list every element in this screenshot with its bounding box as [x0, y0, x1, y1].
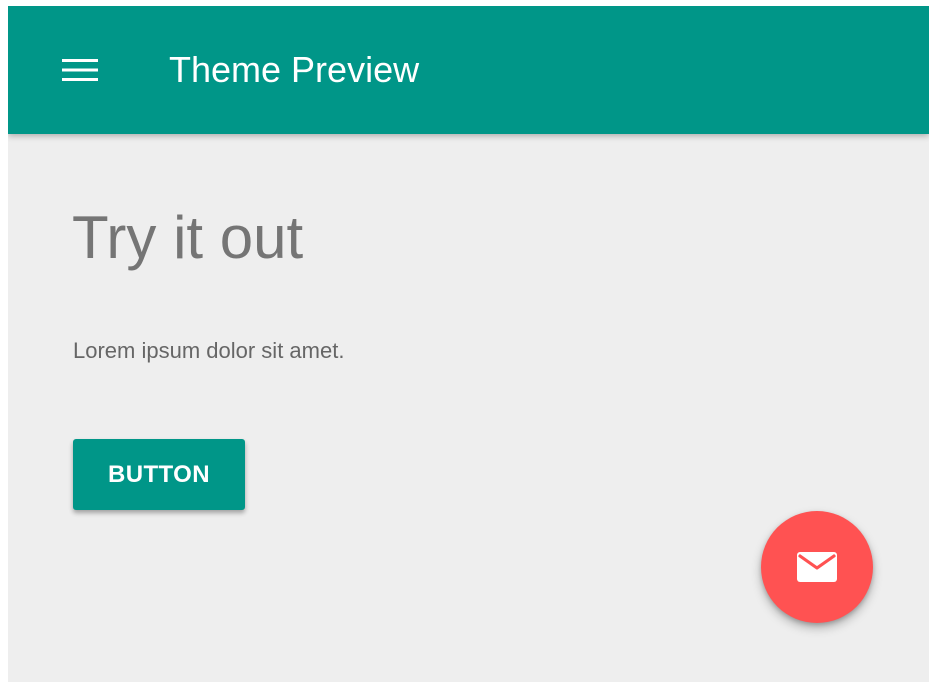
main-content: Try it out Lorem ipsum dolor sit amet. B…	[72, 134, 832, 682]
theme-preview-screen: Theme Preview Try it out Lorem ipsum dol…	[8, 6, 929, 682]
body-text: Lorem ipsum dolor sit amet.	[73, 338, 345, 363]
menu-icon	[62, 59, 98, 81]
primary-button[interactable]: BUTTON	[73, 439, 245, 510]
app-title: Theme Preview	[169, 49, 420, 90]
page-headline: Try it out	[72, 204, 304, 271]
menu-button[interactable]	[52, 46, 108, 94]
mail-floating-action-button[interactable]	[761, 511, 873, 623]
mail-icon	[797, 552, 837, 582]
app-bar: Theme Preview	[8, 6, 929, 134]
